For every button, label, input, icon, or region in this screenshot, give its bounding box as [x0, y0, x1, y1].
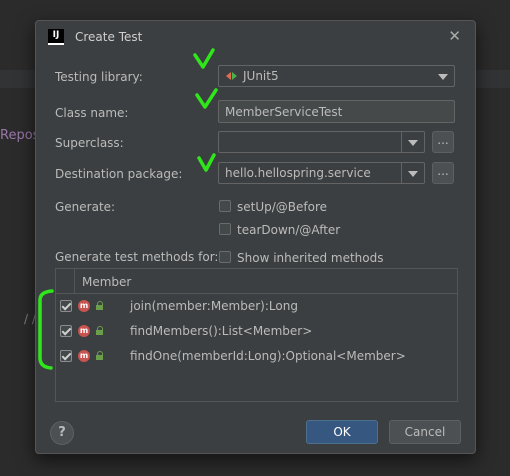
public-lock-icon — [96, 301, 104, 310]
member-checkbox[interactable] — [60, 350, 72, 362]
superclass-label: Superclass: — [55, 136, 124, 150]
table-row[interactable]: m findMembers():List<Member> — [56, 321, 457, 343]
superclass-browse-button[interactable]: ... — [432, 131, 454, 153]
method-icon: m — [78, 300, 90, 312]
intellij-app-icon: IJ — [48, 29, 64, 45]
method-name: findMembers():List<Member> — [130, 324, 313, 338]
dialog-title: Create Test — [75, 30, 143, 44]
generate-label: Generate: — [55, 200, 116, 214]
method-icon: m — [78, 350, 90, 362]
combo-separator — [401, 163, 402, 183]
method-name: findOne(memberId:Long):Optional<Member> — [130, 349, 406, 363]
setup-checkbox[interactable] — [219, 200, 231, 212]
setup-label: setUp/@Before — [237, 200, 328, 214]
help-button[interactable]: ? — [50, 421, 74, 445]
cancel-button[interactable]: Cancel — [389, 420, 461, 444]
superclass-select[interactable] — [218, 131, 425, 153]
table-header: Member — [56, 269, 457, 294]
destination-package-value: hello.hellospring.service — [225, 166, 371, 180]
public-lock-icon — [96, 326, 104, 335]
close-icon[interactable]: ✕ — [448, 27, 461, 45]
teardown-label: tearDown/@After — [237, 223, 341, 237]
destination-browse-button[interactable]: ... — [432, 162, 454, 184]
table-row[interactable]: m findOne(memberId:Long):Optional<Member… — [56, 346, 457, 368]
column-header-member: Member — [82, 275, 132, 289]
methods-label: Generate test methods for: — [55, 250, 219, 264]
show-inherited-label: Show inherited methods — [237, 251, 384, 265]
create-test-dialog: IJ Create Test ✕ Testing library: JUnit5… — [35, 20, 476, 454]
class-name-field[interactable] — [218, 100, 455, 123]
testing-library-value: JUnit5 — [243, 69, 279, 83]
members-table: Member m join(member:Member):Long m find… — [55, 268, 458, 402]
teardown-checkbox[interactable] — [219, 223, 231, 235]
method-icon: m — [78, 325, 90, 337]
member-checkbox[interactable] — [60, 325, 72, 337]
destination-package-label: Destination package: — [55, 167, 183, 181]
testing-library-label: Testing library: — [55, 70, 143, 84]
combo-separator — [401, 132, 402, 152]
show-inherited-checkbox[interactable] — [219, 251, 231, 263]
member-checkbox[interactable] — [60, 300, 72, 312]
public-lock-icon — [96, 351, 104, 360]
junit-icon — [226, 70, 238, 82]
column-separator — [74, 269, 75, 293]
table-row[interactable]: m join(member:Member):Long — [56, 296, 457, 318]
chevron-down-icon — [408, 140, 418, 146]
editor-background-text: Repos — [0, 128, 40, 143]
method-name: join(member:Member):Long — [130, 299, 298, 313]
class-name-label: Class name: — [55, 106, 129, 120]
chevron-down-icon — [438, 74, 448, 80]
destination-package-select[interactable]: hello.hellospring.service — [218, 162, 425, 184]
dialog-titlebar: IJ Create Test ✕ — [36, 21, 475, 51]
chevron-down-icon — [408, 171, 418, 177]
ok-button[interactable]: OK — [306, 420, 378, 444]
testing-library-select[interactable]: JUnit5 — [218, 65, 455, 87]
class-name-input[interactable] — [219, 101, 454, 122]
